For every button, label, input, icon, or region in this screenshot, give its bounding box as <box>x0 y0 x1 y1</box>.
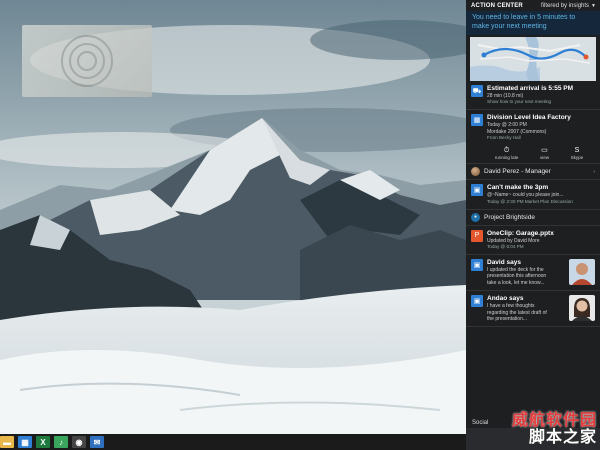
powerpoint-icon: P <box>471 229 483 242</box>
chat-icon: ▣ <box>471 259 483 272</box>
oneclip-notification[interactable]: P OneClip: Garage.pptx Updated by David … <box>466 226 600 256</box>
action-center-title: ACTION CENTER <box>471 3 523 9</box>
excel-icon[interactable]: X <box>36 436 50 448</box>
taskbar: ▬ ▦ X ♪ ◉ ✉ <box>0 434 466 450</box>
running-late-icon: ⏱ <box>503 147 510 155</box>
skype-button[interactable]: S Skype <box>571 147 584 160</box>
meeting-title: Division Level Idea Factory <box>487 114 571 122</box>
action-center-panel: ACTION CENTER filtered by insights ▼ You … <box>466 0 600 450</box>
andao-photo <box>569 295 595 322</box>
camera-icon[interactable]: ◉ <box>72 436 86 448</box>
file-explorer-icon[interactable]: ▬ <box>0 436 14 448</box>
view-icon: ▭ <box>541 147 548 155</box>
notification-title: Andao says <box>487 295 524 303</box>
notification-title: David says <box>487 259 521 267</box>
meeting-organizer: From Becky Hall <box>487 135 521 141</box>
andao-says-notification[interactable]: ▣ Andao says I have a few thoughts regar… <box>466 291 600 328</box>
david-says-notification[interactable]: ▣ David says I updated the deck for the … <box>466 255 600 292</box>
arrival-title: Estimated arrival is 5:55 PM <box>487 85 573 92</box>
group-name: Project Brightside <box>484 213 535 221</box>
calendar-icon: ▦ <box>471 114 483 127</box>
chevron-down-icon: ▼ <box>591 3 596 9</box>
skype-icon: S <box>574 147 580 155</box>
filter-label: filtered by insights <box>541 3 590 9</box>
david-message-notification[interactable]: ▣ Can't make the 3pm @~Name~ could you p… <box>466 180 600 210</box>
spotify-icon[interactable]: ♪ <box>54 436 68 448</box>
notification-title: OneClip: Garage.pptx <box>487 229 554 237</box>
avatar <box>471 167 480 177</box>
david-photo <box>569 259 595 286</box>
group-project-brightside[interactable]: ● Project Brightside <box>466 210 600 226</box>
message-time: Today @ 2:30 PM Market Plan Discussion <box>487 198 573 204</box>
action-center-header: ACTION CENTER filtered by insights ▼ <box>466 0 600 11</box>
arrival-notification[interactable]: ⛟ Estimated arrival is 5:55 PM 28 min (1… <box>466 81 600 111</box>
insights-filter-dropdown[interactable]: filtered by insights ▼ <box>541 3 596 9</box>
quick-actions-bar <box>466 428 600 450</box>
arrival-hint: Show how to your next meeting <box>487 99 552 105</box>
group-david-perez[interactable]: David Perez - Manager › <box>466 164 600 181</box>
leave-now-banner[interactable]: You need to leave in 5 minutes to make y… <box>466 11 600 35</box>
watermark-logo <box>22 25 152 97</box>
view-button[interactable]: ▭ view <box>540 147 549 160</box>
project-icon: ● <box>471 212 480 222</box>
social-section-label[interactable]: Social <box>466 418 600 428</box>
meeting-actions: ⏱ running late ▭ view S Skype <box>466 145 600 165</box>
group-name: David Perez - Manager <box>484 168 551 176</box>
chat-icon: ▣ <box>471 184 483 197</box>
route-map[interactable] <box>470 37 596 81</box>
car-icon: ⛟ <box>471 85 483 97</box>
store-icon[interactable]: ▦ <box>18 436 32 448</box>
message-title: Can't make the 3pm <box>487 184 549 192</box>
running-late-button[interactable]: ⏱ running late <box>495 147 519 160</box>
outlook-icon[interactable]: ✉ <box>90 436 104 448</box>
meeting-notification[interactable]: ▦ Division Level Idea Factory Today @ 2:… <box>466 110 600 145</box>
chat-icon: ▣ <box>471 295 483 308</box>
chevron-right-icon: › <box>593 168 595 175</box>
